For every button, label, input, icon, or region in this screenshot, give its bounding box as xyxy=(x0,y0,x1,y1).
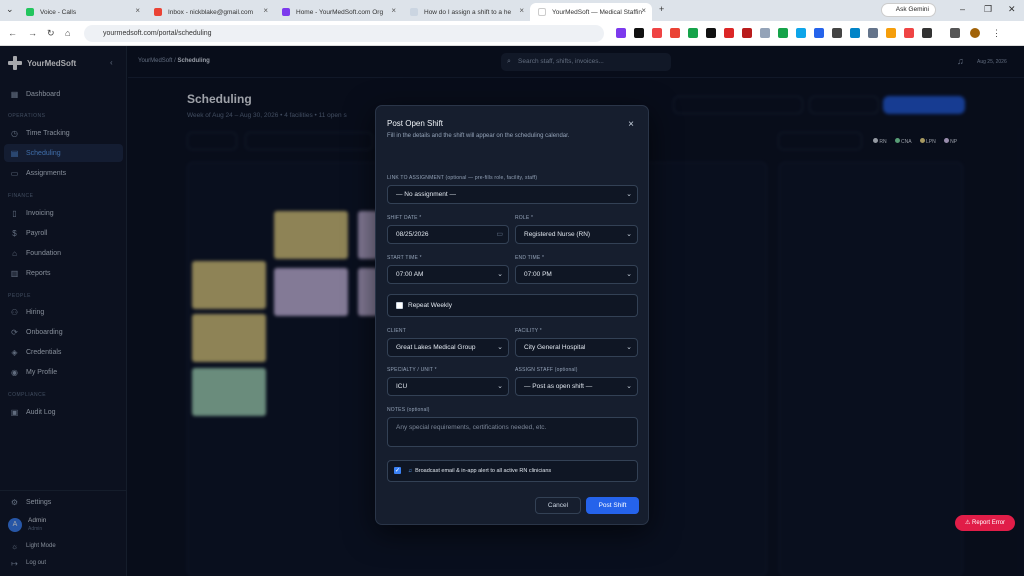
post-open-shift-modal: Post Open Shift Fill in the details and … xyxy=(375,105,649,525)
close-tab-icon[interactable]: × xyxy=(641,6,646,15)
browser-tab-active[interactable]: YourMedSoft — Medical Staffin × xyxy=(530,3,652,21)
broadcast-bell-icon: ♫ xyxy=(408,468,413,474)
extension-icon[interactable] xyxy=(688,28,698,38)
specialty-select[interactable]: ICU ⌄ xyxy=(387,377,509,396)
calendar-icon[interactable]: ▭ xyxy=(496,226,503,243)
facility-select[interactable]: City General Hospital ⌄ xyxy=(515,338,638,357)
start-time-select[interactable]: 07:00 AM ⌄ xyxy=(387,265,509,284)
back-icon[interactable]: ← xyxy=(8,28,17,38)
browser-tab[interactable]: How do I assign a shift to a he × xyxy=(402,3,530,21)
report-error-button[interactable]: ⚠ Report Error xyxy=(955,515,1015,531)
restore-icon[interactable]: ❐ xyxy=(984,4,992,15)
chevron-down-icon: ⌄ xyxy=(626,344,632,351)
chevron-down-icon: ⌄ xyxy=(626,191,632,198)
extension-icon[interactable] xyxy=(652,28,662,38)
cancel-button[interactable]: Cancel xyxy=(535,497,581,514)
end-time-select[interactable]: 07:00 PM ⌄ xyxy=(515,265,638,284)
link-assignment-select[interactable]: — No assignment — ⌄ xyxy=(387,185,638,204)
profile-avatar[interactable] xyxy=(970,28,980,38)
chevron-down-icon: ⌄ xyxy=(626,271,632,278)
extension-icon[interactable] xyxy=(778,28,788,38)
phone-icon xyxy=(26,8,34,16)
extension-icon[interactable] xyxy=(706,28,716,38)
end-time-label: END TIME * xyxy=(515,255,545,261)
extension-icon[interactable] xyxy=(886,28,896,38)
browser-chrome: ⌄ Voice - Calls × Inbox - nickblake@gmail… xyxy=(0,0,1024,46)
address-bar-row: ← → ↻ ⌂ yourmedsoft.com/portal/schedulin… xyxy=(0,21,1024,46)
browser-tab[interactable]: Voice - Calls × xyxy=(18,3,146,21)
close-tab-icon[interactable]: × xyxy=(263,6,268,15)
minimize-icon[interactable]: – xyxy=(960,4,965,14)
reload-icon[interactable]: ↻ xyxy=(47,28,55,39)
chevron-down-icon: ⌄ xyxy=(626,383,632,390)
extension-icon[interactable] xyxy=(742,28,752,38)
extension-icon[interactable] xyxy=(796,28,806,38)
browser-tab[interactable]: Inbox - nickblake@gmail.com × xyxy=(146,3,274,21)
extension-icon[interactable] xyxy=(634,28,644,38)
extension-icon[interactable] xyxy=(724,28,734,38)
extension-icon[interactable] xyxy=(868,28,878,38)
site-icon xyxy=(538,8,546,16)
gemini-tab-icon xyxy=(410,8,418,16)
notes-textarea[interactable]: Any special requirements, certifications… xyxy=(387,417,638,447)
url-input[interactable]: yourmedsoft.com/portal/scheduling xyxy=(84,25,604,42)
close-icon[interactable]: × xyxy=(628,119,634,130)
chevron-down-icon: ⌄ xyxy=(497,383,503,390)
extension-icon[interactable] xyxy=(904,28,914,38)
close-window-icon[interactable]: ✕ xyxy=(1008,4,1016,15)
start-time-label: START TIME * xyxy=(387,255,422,261)
site-icon xyxy=(282,8,290,16)
specialty-label: SPECIALTY / UNIT * xyxy=(387,367,437,373)
tab-list-icon[interactable]: ⌄ xyxy=(6,4,14,15)
client-label: CLIENT xyxy=(387,328,406,334)
role-select[interactable]: Registered Nurse (RN) ⌄ xyxy=(515,225,638,244)
chevron-down-icon: ⌄ xyxy=(626,231,632,238)
role-label: ROLE * xyxy=(515,215,534,221)
client-select[interactable]: Great Lakes Medical Group ⌄ xyxy=(387,338,509,357)
tab-strip: ⌄ Voice - Calls × Inbox - nickblake@gmail… xyxy=(0,0,1024,21)
extension-icon[interactable] xyxy=(832,28,842,38)
notes-label: NOTES (optional) xyxy=(387,407,430,413)
bug-icon: ⚠ xyxy=(964,520,971,526)
link-assignment-label: LINK TO ASSIGNMENT (optional — pre-fills… xyxy=(387,175,538,181)
shift-date-input[interactable]: 08/25/2026 ▭ xyxy=(387,225,509,244)
browser-tab[interactable]: Home - YourMedSoft.com Org × xyxy=(274,3,402,21)
chevron-down-icon: ⌄ xyxy=(497,271,503,278)
gmail-icon xyxy=(154,8,162,16)
shift-date-label: SHIFT DATE * xyxy=(387,215,422,221)
close-tab-icon[interactable]: × xyxy=(391,6,396,15)
extension-icon[interactable] xyxy=(616,28,626,38)
assign-staff-select[interactable]: — Post as open shift — ⌄ xyxy=(515,377,638,396)
extension-icon[interactable] xyxy=(922,28,932,38)
chevron-down-icon: ⌄ xyxy=(497,344,503,351)
extension-icon[interactable] xyxy=(850,28,860,38)
close-tab-icon[interactable]: × xyxy=(135,6,140,15)
media-icon[interactable] xyxy=(950,28,960,38)
extension-icon[interactable] xyxy=(814,28,824,38)
broadcast-row[interactable]: ✓ ♫ Broadcast email & in-app alert to all… xyxy=(387,460,638,482)
extension-icon[interactable] xyxy=(670,28,680,38)
close-tab-icon[interactable]: × xyxy=(519,6,524,15)
post-shift-button[interactable]: Post Shift xyxy=(586,497,639,514)
modal-title: Post Open Shift xyxy=(387,119,444,128)
menu-icon[interactable]: ⋮ xyxy=(992,28,1001,39)
ask-gemini-button[interactable]: Ask Gemini xyxy=(880,3,936,17)
repeat-weekly-row[interactable]: Repeat Weekly xyxy=(387,294,638,317)
extension-icon[interactable] xyxy=(760,28,770,38)
facility-label: FACILITY * xyxy=(515,328,542,334)
modal-subtitle: Fill in the details and the shift will a… xyxy=(387,133,570,139)
forward-icon[interactable]: → xyxy=(28,28,37,38)
broadcast-checkbox[interactable]: ✓ xyxy=(394,467,401,474)
new-tab-icon[interactable]: + xyxy=(659,4,664,14)
repeat-weekly-checkbox[interactable] xyxy=(396,302,403,309)
assign-staff-label: ASSIGN STAFF (optional) xyxy=(515,367,578,373)
home-icon[interactable]: ⌂ xyxy=(65,28,70,38)
